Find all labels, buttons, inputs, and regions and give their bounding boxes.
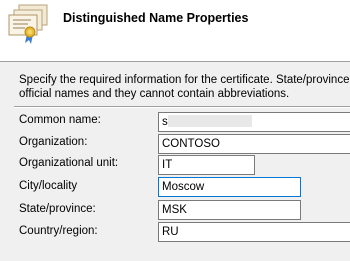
organization-label: Organization: [19,136,88,148]
city-locality-label: City/locality [19,180,78,192]
instructions-line-1: Specify the required information for the… [19,74,350,86]
organizational-unit-input[interactable] [158,155,255,175]
redacted-region [168,115,252,127]
certificate-icon [8,4,48,44]
page-title: Distinguished Name Properties [63,11,249,25]
country-region-input[interactable] [158,222,350,242]
organization-input[interactable] [158,134,350,154]
organizational-unit-label: Organizational unit: [19,157,119,169]
country-region-label: Country/region: [19,225,98,237]
state-province-input[interactable] [158,200,301,220]
separator [14,106,350,108]
wizard-header: Distinguished Name Properties [0,0,350,62]
city-locality-input[interactable] [158,177,301,197]
instructions-text: Specify the required information for the… [19,73,350,101]
common-name-label: Common name: [19,114,101,126]
distinguished-name-dialog: Distinguished Name Properties Specify th… [0,0,350,261]
instructions-line-2: official names and they cannot contain a… [19,88,290,100]
state-province-label: State/province: [19,203,96,215]
